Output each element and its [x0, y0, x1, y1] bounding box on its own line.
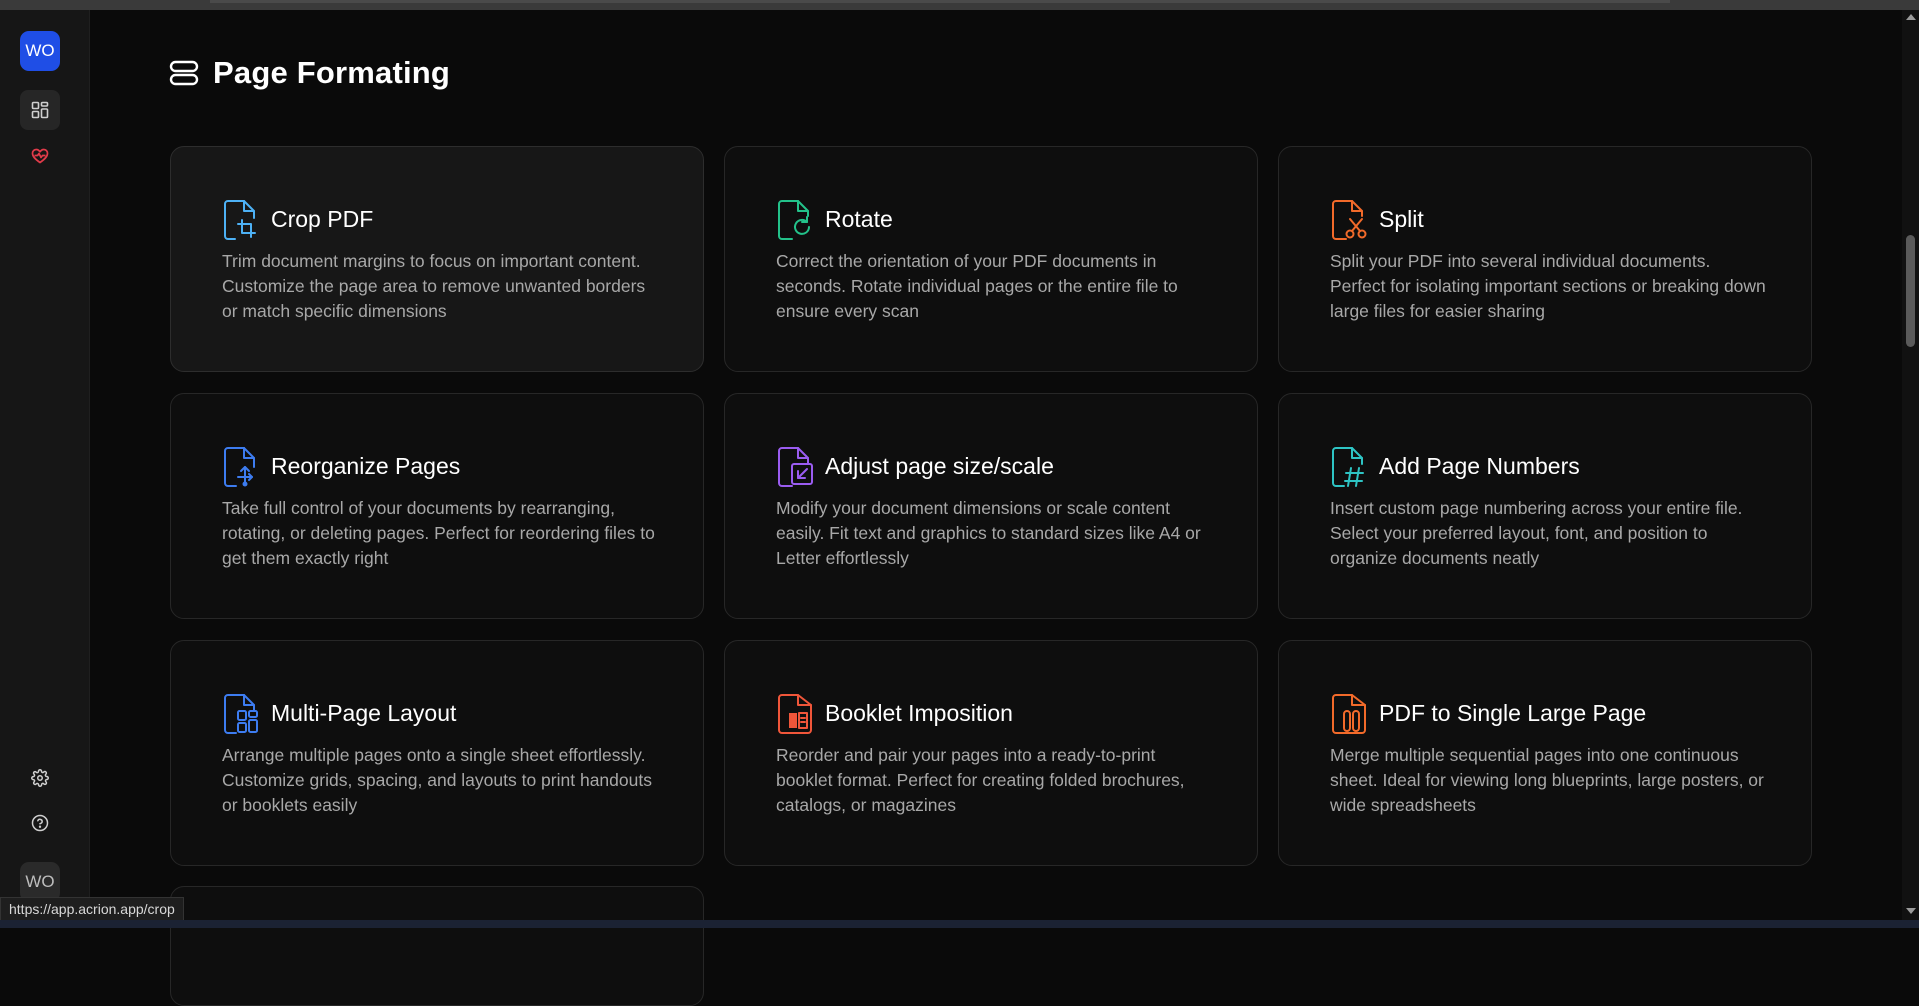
tool-card-partial[interactable] — [170, 886, 704, 1006]
tool-card-rotate[interactable]: Rotate Correct the orientation of your P… — [724, 146, 1258, 372]
link-status-url: https://app.acrion.app/crop — [0, 897, 184, 921]
card-description: Correct the orientation of your PDF docu… — [776, 251, 1178, 321]
scroll-down-arrow-icon[interactable] — [1906, 908, 1916, 914]
page-header: Page Formating — [169, 55, 450, 91]
sidebar-item-help[interactable] — [20, 803, 60, 843]
heart-pulse-icon — [31, 148, 49, 164]
scrollbar-thumb[interactable] — [1906, 235, 1915, 347]
card-description: Reorder and pair your pages into a ready… — [776, 745, 1185, 815]
card-title: Rotate — [825, 206, 893, 232]
card-title: Add Page Numbers — [1379, 453, 1580, 479]
sidebar-item-settings[interactable] — [20, 758, 60, 798]
card-title: Split — [1379, 206, 1424, 232]
layers-icon — [169, 60, 199, 86]
tool-card-adjust-page-size[interactable]: Adjust page size/scale Modify your docum… — [724, 393, 1258, 619]
grid-file-icon — [224, 694, 258, 734]
card-description: Arrange multiple pages onto a single she… — [222, 745, 652, 815]
hash-file-icon — [1332, 447, 1364, 487]
sidebar-item-dashboard[interactable] — [20, 90, 60, 130]
tool-card-add-page-numbers[interactable]: Add Page Numbers Insert custom page numb… — [1278, 393, 1812, 619]
card-description: Modify your document dimensions or scale… — [776, 498, 1201, 568]
tool-card-split[interactable]: Split Split your PDF into several indivi… — [1278, 146, 1812, 372]
tool-card-multi-page-layout[interactable]: Multi-Page Layout Arrange multiple pages… — [170, 640, 704, 866]
sidebar-item-health[interactable] — [20, 136, 60, 176]
taskbar-strip — [0, 920, 1919, 928]
card-title: Crop PDF — [271, 206, 374, 232]
page-title: Page Formating — [213, 55, 451, 90]
card-description: Insert custom page numbering across your… — [1330, 498, 1743, 568]
user-avatar[interactable]: WO — [20, 862, 60, 902]
merge-pages-file-icon — [1332, 694, 1366, 734]
tool-card-reorganize-pages[interactable]: Reorganize Pages Take full control of yo… — [170, 393, 704, 619]
card-description: Split your PDF into several individual d… — [1330, 251, 1766, 321]
card-title: Multi-Page Layout — [271, 700, 457, 726]
gear-icon — [31, 769, 49, 787]
card-title: Adjust page size/scale — [825, 453, 1054, 479]
card-title: Reorganize Pages — [271, 453, 461, 479]
card-description: Merge multiple sequential pages into one… — [1330, 745, 1764, 815]
scissors-file-icon — [1332, 200, 1367, 240]
tool-card-pdf-to-single-large-page[interactable]: PDF to Single Large Page Merge multiple … — [1278, 640, 1812, 866]
card-description: Trim document margins to focus on import… — [222, 251, 646, 321]
rotate-file-icon — [778, 200, 810, 240]
resize-file-icon — [778, 447, 813, 487]
sidebar: WO WO — [0, 10, 90, 920]
tool-card-crop-pdf[interactable]: Crop PDF Trim document margins to focus … — [170, 146, 704, 372]
reorganize-file-icon — [224, 447, 255, 487]
page-scrollbar[interactable] — [1902, 10, 1919, 920]
tool-card-booklet-imposition[interactable]: Booklet Imposition Reorder and pair your… — [724, 640, 1258, 866]
card-title: PDF to Single Large Page — [1379, 700, 1647, 726]
main-content: Page Formating Crop PDF Trim document ma… — [91, 10, 1901, 1006]
card-title: Booklet Imposition — [825, 700, 1013, 726]
dashboard-grid-icon — [31, 101, 49, 119]
crop-file-icon — [224, 200, 256, 240]
help-circle-icon — [31, 814, 49, 832]
card-description: Take full control of your documents by r… — [222, 498, 655, 568]
browser-top-bar — [0, 0, 1919, 10]
workspace-avatar[interactable]: WO — [20, 31, 60, 71]
booklet-file-icon — [778, 694, 812, 734]
scroll-up-arrow-icon[interactable] — [1906, 14, 1916, 20]
